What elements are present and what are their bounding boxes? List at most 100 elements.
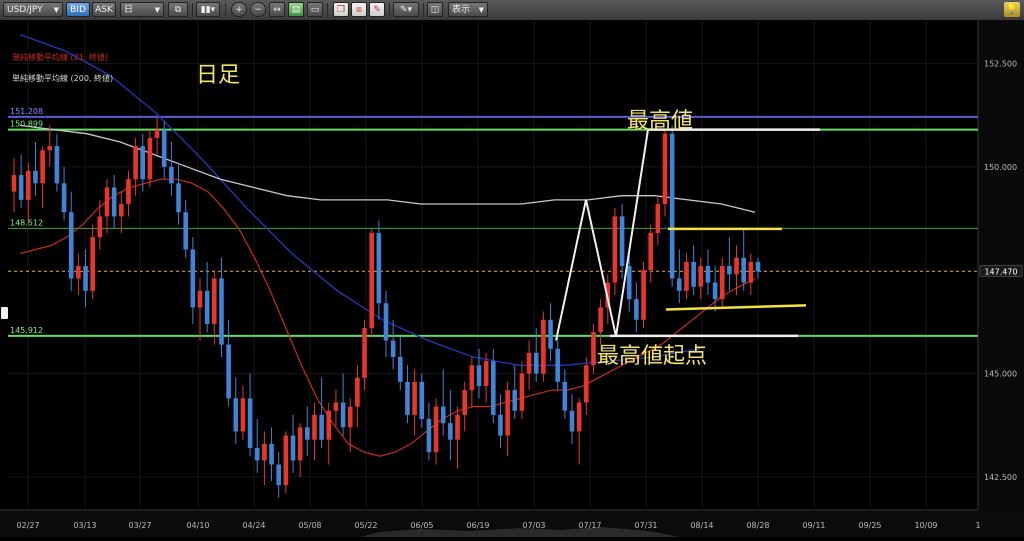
candle-body: [576, 402, 582, 432]
toolbar-divider: [389, 3, 390, 17]
candle-body: [226, 344, 231, 399]
candle-body: [612, 216, 618, 283]
chart-type-icon[interactable]: ▮▮▾: [196, 2, 220, 17]
legend-sma21: 単純移動平均線 (21, 終値): [12, 52, 108, 62]
candle-body: [541, 319, 546, 374]
candle-body: [369, 232, 374, 329]
candle-body: [83, 266, 88, 291]
timeframe-select[interactable]: 日 ▼: [120, 2, 164, 17]
timeframe-value: 日: [124, 5, 134, 15]
moving-averages: [19, 33, 756, 457]
candle-body: [598, 307, 603, 333]
candle-body: [176, 183, 181, 213]
x-tick-label: 09/11: [802, 521, 825, 530]
display-label: 表示: [452, 5, 471, 15]
candle-body: [533, 352, 539, 374]
ask-button[interactable]: ASK: [92, 2, 116, 17]
chevron-down-icon: ▼: [478, 6, 484, 14]
candle-body: [169, 166, 174, 184]
candle-body: [584, 365, 589, 403]
x-tick-label: 02/27: [16, 521, 39, 530]
candle-body: [433, 406, 439, 453]
candle-body: [562, 381, 568, 411]
candle-body: [476, 365, 482, 386]
candle-body: [698, 266, 704, 287]
candle-body: [741, 257, 746, 283]
symbol-select[interactable]: USD/JPY ▼: [3, 2, 63, 17]
candle-body: [719, 266, 725, 300]
candle-body: [648, 232, 653, 271]
candle-body: [233, 398, 239, 432]
chevron-down-icon: ▼: [53, 6, 59, 14]
candle-body: [197, 290, 203, 308]
candle-body: [526, 352, 532, 374]
display-menu[interactable]: 表示 ▼: [448, 2, 488, 17]
paste-icon[interactable]: ⧈: [351, 2, 367, 17]
candle-body: [462, 390, 467, 415]
candle-body: [419, 381, 425, 420]
drag-handle[interactable]: [1, 307, 8, 319]
candle-body: [483, 361, 489, 386]
toolbar-divider: [327, 3, 328, 17]
chevron-down-icon: ▼: [154, 6, 160, 14]
candle-body: [18, 175, 24, 200]
screenshot-icon[interactable]: ◫: [427, 2, 443, 17]
candle-body: [755, 261, 761, 272]
delete-icon[interactable]: ✎: [369, 2, 385, 17]
candle-body: [634, 299, 639, 320]
fit-icon[interactable]: ↔: [269, 2, 285, 17]
high-annotation: 最高値: [627, 109, 693, 134]
grid: [8, 20, 978, 510]
window-icon[interactable]: ▤: [288, 2, 304, 17]
candle-body: [297, 427, 303, 461]
x-tick-label: 06/05: [410, 521, 433, 530]
candle-body: [426, 419, 432, 453]
candle-body: [204, 290, 210, 324]
candle-body: [469, 365, 475, 391]
candle-body: [290, 435, 296, 461]
chart-area[interactable]: 152.500150.000147.500145.000142.500 02/2…: [0, 20, 1024, 537]
candle-body: [390, 340, 396, 358]
candle-body: [655, 204, 661, 233]
x-tick-label: 06/19: [466, 521, 489, 530]
candle-body: [734, 257, 739, 275]
candle-body: [548, 319, 553, 349]
candle-body: [347, 406, 353, 428]
candle-body: [748, 261, 754, 283]
bid-button[interactable]: BID: [66, 2, 90, 17]
x-tick-label: 05/22: [354, 521, 377, 530]
candle-body: [448, 423, 453, 440]
x-tick-label: 04/10: [186, 521, 209, 530]
candle-body: [276, 464, 281, 486]
candle-body: [669, 133, 675, 279]
layout-icon[interactable]: ▭: [307, 2, 323, 17]
zoom-out-icon[interactable]: −: [250, 2, 266, 17]
candle-body: [376, 232, 382, 304]
copy-icon[interactable]: ❐: [333, 2, 349, 17]
toolbar-divider: [225, 3, 226, 17]
candle-body: [140, 146, 146, 180]
candle-body: [254, 447, 260, 461]
candle-body: [183, 212, 188, 250]
candle-body: [97, 216, 103, 238]
candle-body: [26, 170, 31, 200]
candle-body: [54, 146, 60, 184]
candle-body: [133, 146, 138, 180]
pen-icon[interactable]: ✎▾: [393, 2, 419, 17]
candle-body: [405, 381, 410, 415]
symbol-value: USD/JPY: [7, 5, 43, 15]
range-bottom-marker: [665, 304, 807, 311]
candle-body: [455, 414, 460, 440]
candle-body: [498, 414, 503, 436]
x-tick-label: 03/27: [128, 521, 151, 530]
candle-body: [76, 266, 81, 279]
zoom-in-icon[interactable]: +: [231, 2, 247, 17]
price-chart[interactable]: 152.500150.000147.500145.000142.500 02/2…: [0, 20, 1024, 537]
bulb-icon[interactable]: 💡: [1004, 2, 1020, 17]
candle-body: [619, 216, 625, 267]
mid-green-label: 148.512: [10, 218, 43, 227]
horizontal-levels: [8, 115, 978, 337]
x-tick-label: 04/24: [242, 521, 265, 530]
compare-icon[interactable]: ⧉: [168, 2, 188, 17]
candle-body: [312, 414, 317, 440]
